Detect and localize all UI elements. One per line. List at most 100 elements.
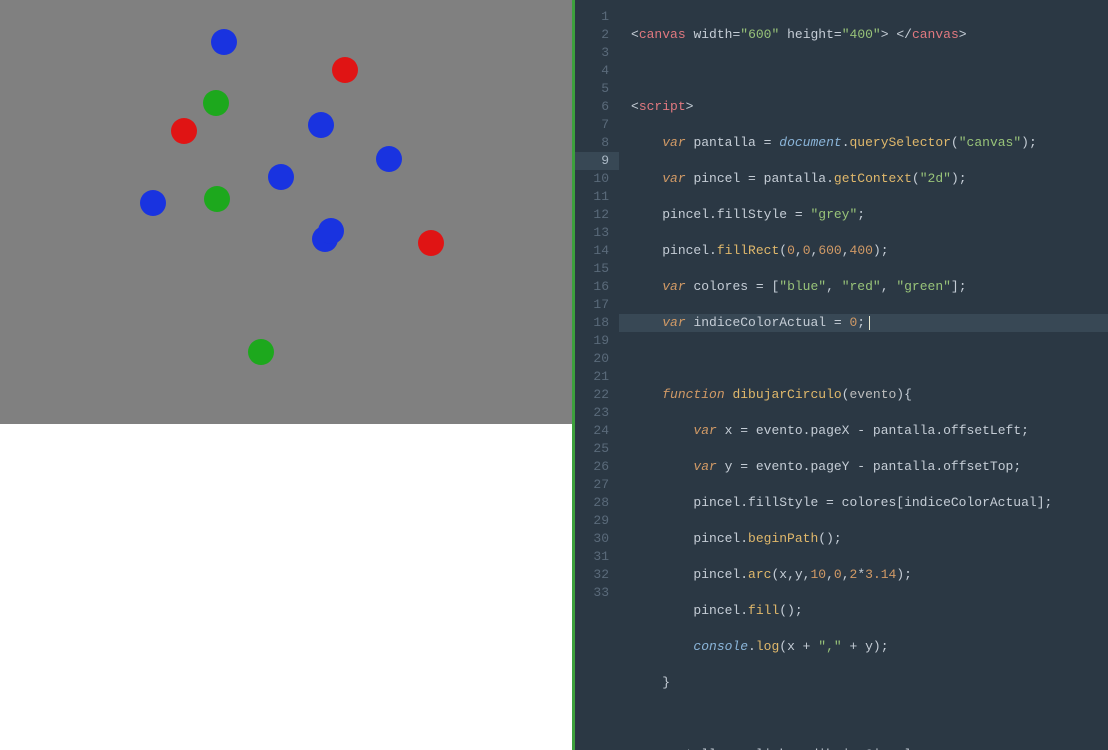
editor-body: 1234567891011121314151617181920212223242… <box>572 0 1108 750</box>
dot: . <box>740 567 748 582</box>
string-literal: "green" <box>896 279 951 294</box>
line-number: 3 <box>575 44 619 62</box>
string-literal: "," <box>818 639 841 654</box>
dot: . <box>709 207 717 222</box>
line-number: 33 <box>575 584 619 602</box>
dot: . <box>709 243 717 258</box>
operator: = <box>732 459 755 474</box>
property: .offsetTop; <box>935 459 1021 474</box>
property: .fillStyle <box>740 495 818 510</box>
operator: = [ <box>748 279 779 294</box>
code-editor-pane: 1234567891011121314151617181920212223242… <box>572 0 1108 750</box>
comma: , <box>842 567 850 582</box>
paren: ); <box>1021 135 1037 150</box>
preview-circle <box>140 190 166 216</box>
method: arc <box>748 567 771 582</box>
number: 10 <box>810 567 826 582</box>
line-number: 22 <box>575 386 619 404</box>
line-number: 5 <box>575 80 619 98</box>
keyword: var <box>662 315 685 330</box>
dot: . <box>826 171 834 186</box>
line-number: 2 <box>575 26 619 44</box>
angle-open: < <box>631 99 639 114</box>
string-literal: "600" <box>740 27 779 42</box>
line-number: 23 <box>575 404 619 422</box>
line-number: 32 <box>575 566 619 584</box>
line-number: 13 <box>575 224 619 242</box>
angle-open: < <box>631 27 639 42</box>
args: (); <box>818 531 841 546</box>
number: 0 <box>834 567 842 582</box>
paren: ( <box>912 171 920 186</box>
html-tag: script <box>639 99 686 114</box>
preview-circle <box>376 146 402 172</box>
preview-circle <box>203 90 229 116</box>
line-number: 28 <box>575 494 619 512</box>
expression: colores[indiceColorActual]; <box>842 495 1053 510</box>
html-attr: width <box>693 27 732 42</box>
paren: ){ <box>896 387 912 402</box>
semi: ; <box>857 315 865 330</box>
preview-circle <box>332 57 358 83</box>
identifier: indiceColorActual <box>693 315 826 330</box>
line-number: 27 <box>575 476 619 494</box>
line-number: 31 <box>575 548 619 566</box>
object: pincel <box>662 243 709 258</box>
operator: + <box>842 639 865 654</box>
object: pincel <box>693 603 740 618</box>
number: 0 <box>803 243 811 258</box>
object: pantalla <box>764 171 826 186</box>
angle-close: > <box>686 99 694 114</box>
line-number: 8 <box>575 134 619 152</box>
paren: ( <box>779 243 787 258</box>
bracket: ]; <box>951 279 967 294</box>
preview-circle <box>308 112 334 138</box>
string-literal: "blue" <box>779 279 826 294</box>
line-number: 17 <box>575 296 619 314</box>
brace: } <box>662 675 670 690</box>
line-number: 19 <box>575 332 619 350</box>
paren: ); <box>951 171 967 186</box>
operator: = <box>732 423 755 438</box>
arg: x <box>787 639 795 654</box>
line-number: 11 <box>575 188 619 206</box>
property: .pageY <box>803 459 850 474</box>
operator: = <box>787 207 810 222</box>
method: log <box>756 639 779 654</box>
object: console <box>693 639 748 654</box>
line-number: 10 <box>575 170 619 188</box>
string-literal: "2d" <box>920 171 951 186</box>
dot: . <box>748 639 756 654</box>
preview-circle <box>418 230 444 256</box>
preview-circle <box>171 118 197 144</box>
string-literal: "red" <box>842 279 881 294</box>
object: pantalla <box>873 459 935 474</box>
object: pincel <box>693 567 740 582</box>
code-area[interactable]: <canvas width="600" height="400"> </canv… <box>619 0 1108 750</box>
identifier: pincel <box>693 171 740 186</box>
line-number: 24 <box>575 422 619 440</box>
method: getContext <box>834 171 912 186</box>
identifier: colores <box>693 279 748 294</box>
operator: = <box>818 495 841 510</box>
object: evento <box>756 423 803 438</box>
dot: . <box>842 135 850 150</box>
args: (); <box>779 603 802 618</box>
paren: ); <box>873 243 889 258</box>
comma: , <box>826 567 834 582</box>
dot: . <box>740 603 748 618</box>
keyword: var <box>662 279 685 294</box>
line-number: 15 <box>575 260 619 278</box>
operator: = <box>756 135 779 150</box>
string-literal: "grey" <box>810 207 857 222</box>
keyword: var <box>662 171 685 186</box>
number: 3.14 <box>865 567 896 582</box>
object: pincel <box>662 207 709 222</box>
keyword: var <box>693 423 716 438</box>
browser-preview-pane <box>0 0 572 750</box>
canvas-preview[interactable] <box>0 0 572 424</box>
preview-circle <box>204 186 230 212</box>
line-number: 9 <box>575 152 619 170</box>
string-literal: "400" <box>842 27 881 42</box>
number: 0 <box>787 243 795 258</box>
